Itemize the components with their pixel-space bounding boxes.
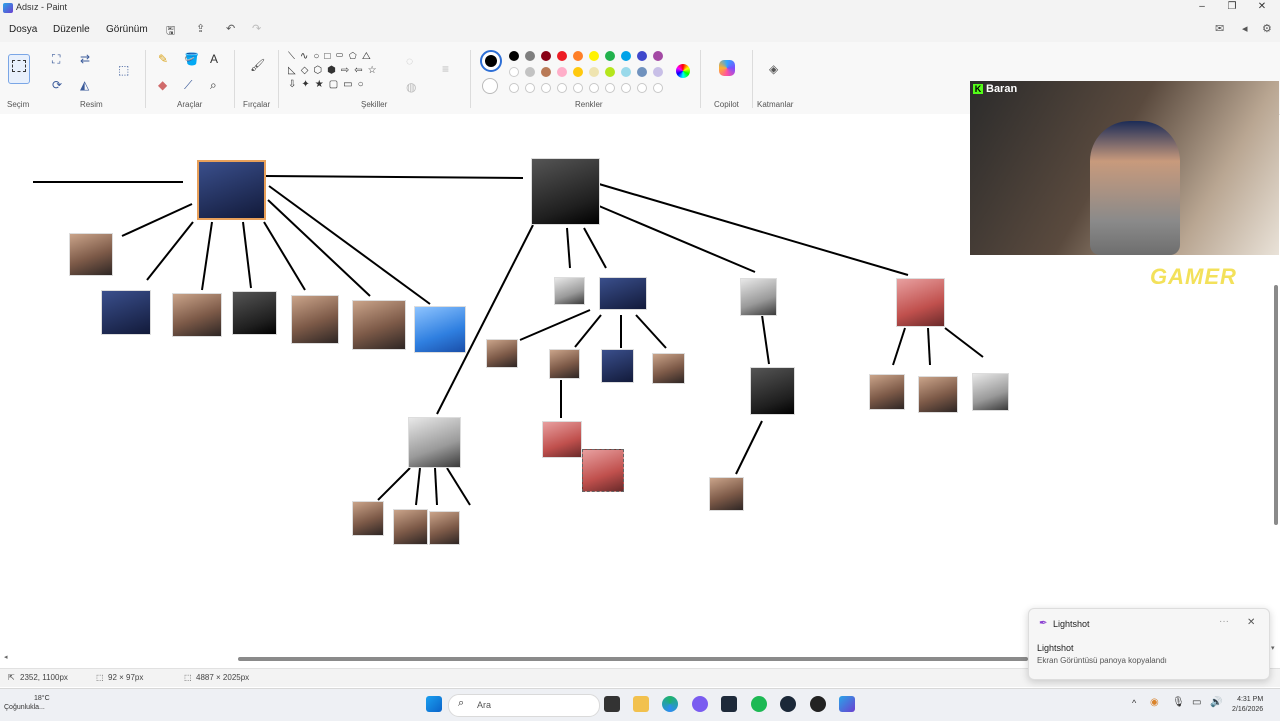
streamer-figure bbox=[1090, 121, 1180, 255]
tree-photo[interactable] bbox=[750, 367, 795, 415]
tree-photo[interactable] bbox=[291, 295, 339, 344]
tray-chevron-icon[interactable]: ^ bbox=[1132, 698, 1136, 708]
toast-more-icon[interactable]: ··· bbox=[1219, 616, 1229, 627]
tree-photo[interactable] bbox=[869, 374, 905, 410]
vertical-scrollbar[interactable] bbox=[1274, 285, 1278, 525]
tree-photo[interactable] bbox=[740, 278, 777, 316]
clock-time: 4:31 PM bbox=[1237, 696, 1264, 703]
tree-photo-selected[interactable] bbox=[582, 449, 624, 492]
stream-overlay-text: GAMER bbox=[1150, 264, 1237, 289]
windows-start-icon[interactable] bbox=[426, 696, 442, 712]
volume-icon[interactable]: 🔊 bbox=[1210, 697, 1222, 708]
tree-photo[interactable] bbox=[549, 349, 580, 379]
stream-webcam-overlay: K Baran bbox=[970, 81, 1279, 255]
tree-photo[interactable] bbox=[896, 278, 945, 327]
selection-icon: ⬚ bbox=[96, 673, 104, 682]
tray-app-icon[interactable]: ◉ bbox=[1150, 697, 1159, 708]
weather-widget[interactable]: 18°C Çoğunlukla... bbox=[4, 694, 50, 712]
tree-photo[interactable] bbox=[393, 509, 428, 545]
tree-photo[interactable] bbox=[414, 306, 466, 353]
tree-photo[interactable] bbox=[599, 277, 647, 310]
scroll-left-icon[interactable]: ◂ bbox=[4, 653, 8, 661]
microphone-icon[interactable]: 🎙 bbox=[1172, 697, 1185, 708]
tree-photo[interactable] bbox=[709, 477, 744, 511]
selection-size: 92 × 97px bbox=[108, 673, 144, 682]
toast-title: Lightshot bbox=[1037, 643, 1074, 653]
streamer-name: Baran bbox=[986, 83, 1018, 95]
weather-temp: 18°C bbox=[34, 695, 50, 702]
toast-close-icon[interactable]: ✕ bbox=[1247, 617, 1255, 628]
tree-photo[interactable] bbox=[352, 501, 384, 536]
tree-photo[interactable] bbox=[542, 421, 582, 458]
clock-date: 2/16/2026 bbox=[1232, 706, 1264, 713]
network-icon[interactable]: ▭ bbox=[1192, 697, 1201, 708]
tree-photo-root-left[interactable] bbox=[197, 160, 266, 220]
edge-browser-icon[interactable] bbox=[662, 696, 678, 712]
cursor-icon: ⇱ bbox=[8, 673, 15, 682]
taskbar-search[interactable]: ⌕ Ara bbox=[448, 694, 600, 717]
cursor-position: 2352, 1100px bbox=[20, 673, 68, 682]
tree-photo[interactable] bbox=[101, 290, 151, 335]
tree-photo[interactable] bbox=[918, 376, 958, 413]
tree-photo[interactable] bbox=[232, 291, 277, 335]
messenger-icon[interactable] bbox=[692, 696, 708, 712]
kick-logo-icon: K bbox=[973, 84, 983, 94]
obs-icon[interactable] bbox=[810, 696, 826, 712]
taskbar: 18°C Çoğunlukla... ⌕ Ara ^ ◉ 🎙 ▭ 🔊 4:31 … bbox=[0, 688, 1280, 721]
toast-message: Ekran Görüntüsü panoya kopyalandı bbox=[1037, 656, 1167, 665]
steam-icon[interactable] bbox=[780, 696, 796, 712]
tree-photo[interactable] bbox=[69, 233, 113, 276]
tree-photo[interactable] bbox=[972, 373, 1009, 411]
scroll-down-icon[interactable]: ▾ bbox=[1271, 644, 1275, 652]
tree-photo[interactable] bbox=[429, 511, 460, 545]
terminal-icon[interactable] bbox=[721, 696, 737, 712]
clock[interactable]: 4:31 PM 2/16/2026 bbox=[1232, 695, 1263, 715]
tree-photo[interactable] bbox=[554, 277, 585, 305]
toast-app-name: Lightshot bbox=[1053, 619, 1090, 629]
canvas-size-icon: ⬚ bbox=[184, 673, 192, 682]
tree-photo[interactable] bbox=[352, 300, 406, 350]
search-icon: ⌕ bbox=[458, 697, 465, 709]
lightshot-feather-icon: ✒ bbox=[1039, 618, 1048, 629]
paint-taskbar-icon[interactable] bbox=[839, 696, 855, 712]
streamer-name-label: K Baran bbox=[973, 83, 1017, 95]
weather-label: Çoğunlukla... bbox=[4, 704, 45, 711]
tree-photo[interactable] bbox=[652, 353, 685, 384]
spotify-icon[interactable] bbox=[751, 696, 767, 712]
tree-photo[interactable] bbox=[408, 417, 461, 468]
tree-photo-root-right[interactable] bbox=[531, 158, 600, 225]
tree-photo[interactable] bbox=[486, 339, 518, 368]
tree-photo[interactable] bbox=[601, 349, 634, 383]
tree-photo[interactable] bbox=[172, 293, 222, 337]
task-view-icon[interactable] bbox=[604, 696, 620, 712]
search-placeholder: Ara bbox=[477, 700, 492, 710]
horizontal-scrollbar[interactable] bbox=[238, 657, 1028, 661]
lightshot-toast[interactable]: ✒ Lightshot ··· ✕ Lightshot Ekran Görünt… bbox=[1028, 608, 1270, 680]
canvas-size: 4887 × 2025px bbox=[196, 673, 250, 682]
file-explorer-icon[interactable] bbox=[633, 696, 649, 712]
